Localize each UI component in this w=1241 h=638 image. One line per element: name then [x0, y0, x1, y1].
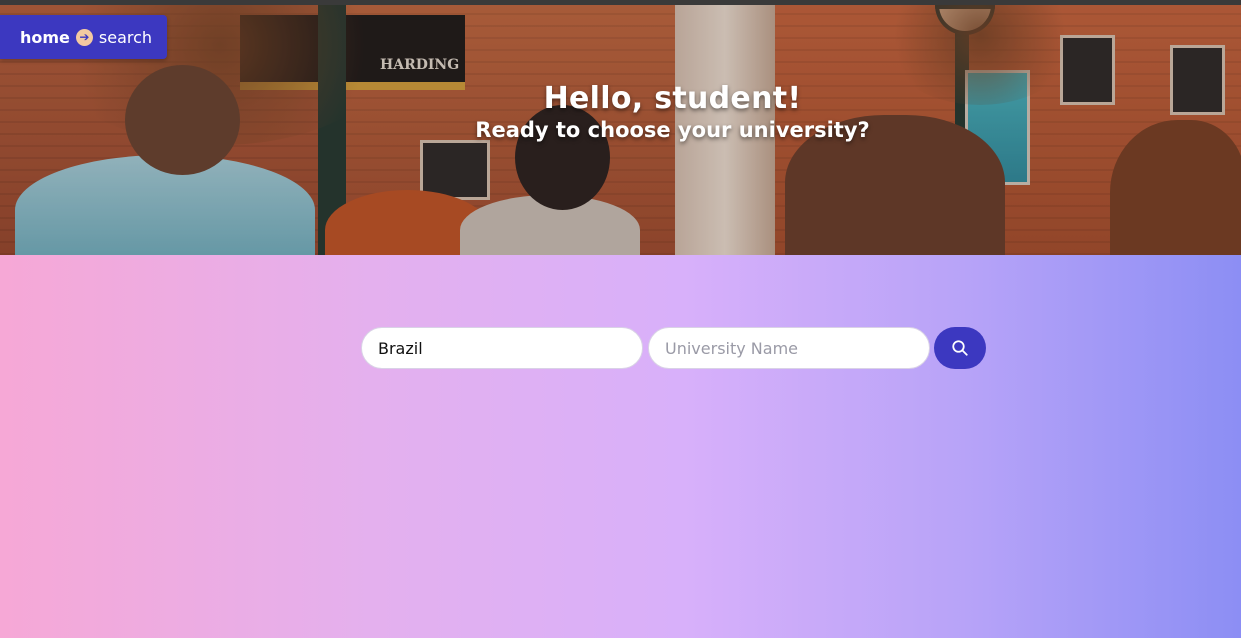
university-name-input[interactable]: [648, 327, 930, 369]
hero-banner: HARDING Hello, student! Ready to choose …: [0, 5, 1241, 255]
university-search-form: [361, 327, 986, 369]
breadcrumb: home ➔ search: [0, 15, 167, 59]
hero-title: Hello, student!: [543, 81, 802, 116]
search-icon: [952, 340, 968, 356]
arrow-right-circle-icon: ➔: [75, 28, 93, 46]
country-input[interactable]: [361, 327, 643, 369]
hero-subtitle: Ready to choose your university?: [475, 118, 870, 142]
hero-text: Hello, student! Ready to choose your uni…: [0, 81, 1241, 142]
breadcrumb-home-link[interactable]: home: [20, 28, 70, 47]
breadcrumb-search-link[interactable]: search: [99, 28, 152, 47]
search-button[interactable]: [934, 327, 986, 369]
